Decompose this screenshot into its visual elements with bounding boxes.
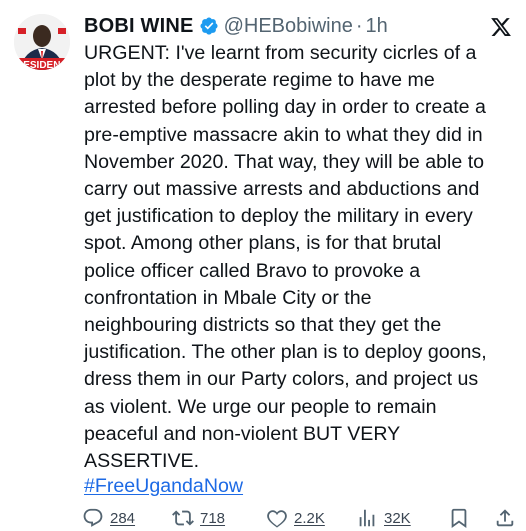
- separator-dot: ·: [355, 15, 363, 37]
- timestamp[interactable]: 1h: [366, 12, 388, 40]
- action-bar: 284 718 2.2K 32K: [82, 505, 518, 531]
- avatar-banner-text: RESIDEN: [16, 60, 60, 70]
- author-name[interactable]: BOBI WINE: [84, 12, 194, 40]
- tweet-header: BOBI WINE @HEBobiwine · 1h: [84, 12, 486, 40]
- author-handle[interactable]: @HEBobiwine: [224, 12, 353, 40]
- repost-count: 718: [200, 509, 226, 527]
- reply-count: 284: [110, 509, 136, 527]
- x-logo-icon[interactable]: [490, 16, 512, 43]
- tweet-text: URGENT: I've learnt from security cicrle…: [84, 42, 487, 473]
- hashtag-link[interactable]: #FreeUgandaNow: [84, 473, 243, 500]
- views-count: 32K: [384, 509, 411, 527]
- verified-badge-icon: [199, 16, 219, 36]
- like-count: 2.2K: [294, 509, 325, 527]
- avatar[interactable]: RESIDEN: [14, 14, 70, 70]
